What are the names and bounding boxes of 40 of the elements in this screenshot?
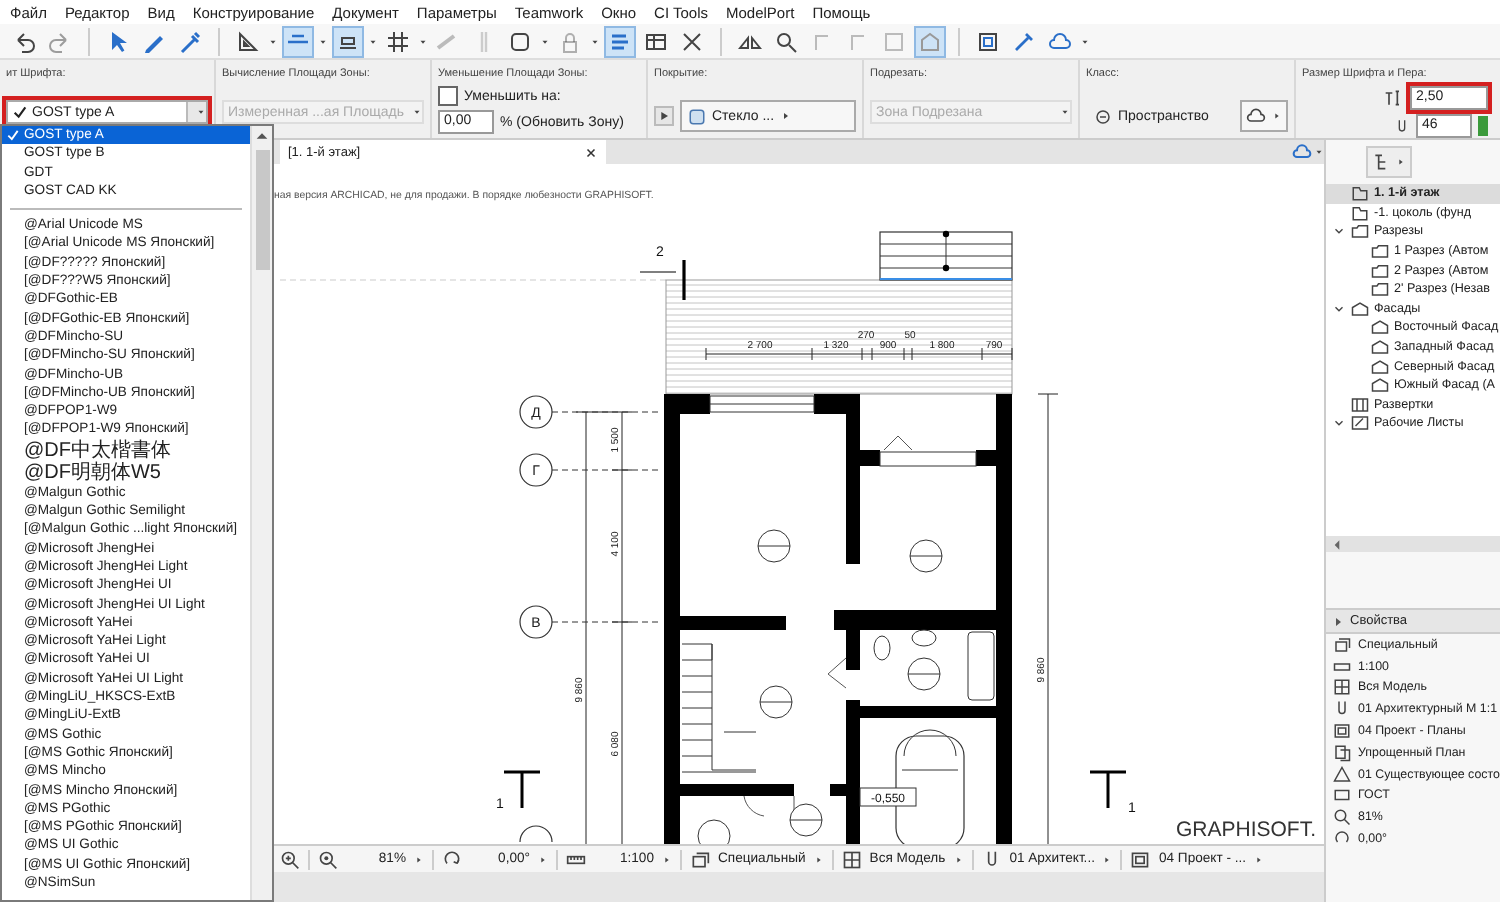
- pen-swatch[interactable]: [1478, 116, 1488, 136]
- triangle-icon: [1332, 765, 1352, 784]
- font-option[interactable]: @DF明朝体W5: [2, 461, 250, 484]
- chevron-icon: [1332, 615, 1344, 627]
- plan-icon: [1332, 722, 1352, 741]
- arrow-left-icon: [1330, 537, 1344, 551]
- pages-icon: [1332, 743, 1352, 762]
- navigator-button[interactable]: [1366, 146, 1412, 178]
- scrollbar-thumb[interactable]: [255, 150, 269, 270]
- cloud-button[interactable]: [1240, 100, 1288, 132]
- zoom-fit-icon[interactable]: [318, 849, 338, 869]
- close-icon[interactable]: [584, 145, 598, 159]
- rectangle-icon: [1332, 786, 1352, 805]
- arrow-up-icon[interactable]: [254, 128, 270, 144]
- layers-icon[interactable]: [690, 849, 710, 869]
- chevron-icon[interactable]: [1332, 301, 1346, 316]
- layers-icon[interactable]: [604, 25, 636, 57]
- caret-icon: [1396, 154, 1406, 170]
- font-option[interactable]: @DF中太楷書体: [2, 439, 250, 462]
- caret-icon: [780, 108, 793, 124]
- plan-icon[interactable]: [1130, 849, 1151, 869]
- layers-icon: [1332, 635, 1352, 654]
- scrollbar[interactable]: [1326, 536, 1500, 552]
- chevron-icon[interactable]: [1332, 416, 1346, 431]
- sheet-icon: [1350, 414, 1370, 433]
- square-icon: [688, 107, 706, 125]
- chevron-icon[interactable]: [1332, 224, 1346, 239]
- caret-icon: [1272, 108, 1282, 124]
- zoom-in-icon[interactable]: [280, 849, 300, 869]
- grid-icon: [1332, 678, 1352, 697]
- logo-text: GRAPHISOFT.: [1176, 818, 1317, 842]
- grid-icon[interactable]: [841, 849, 862, 869]
- text-size-icon: [1384, 88, 1404, 108]
- house-icon[interactable]: [914, 25, 946, 57]
- cloud-icon[interactable]: [1290, 142, 1314, 162]
- panel-icon: [1350, 395, 1370, 414]
- checkbox[interactable]: [438, 86, 458, 106]
- cloud-icon: [1246, 106, 1266, 126]
- play-icon[interactable]: [654, 106, 674, 126]
- rotate-icon[interactable]: [442, 849, 462, 869]
